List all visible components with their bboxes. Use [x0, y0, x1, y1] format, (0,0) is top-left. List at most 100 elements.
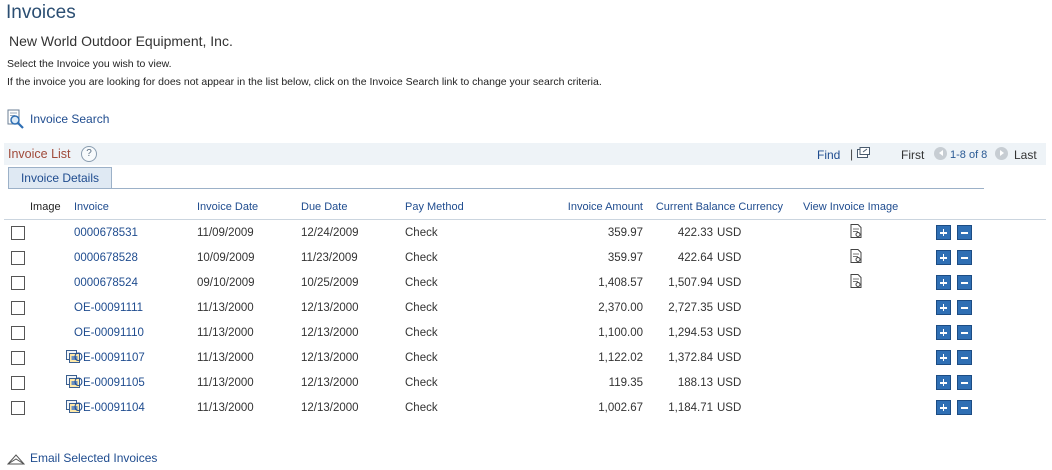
instruction-search-hint: If the invoice you are looking for does …: [7, 76, 602, 88]
help-icon[interactable]: ?: [81, 146, 97, 162]
invoice-amount: 1,408.57: [598, 276, 643, 289]
minus-icon[interactable]: [957, 225, 973, 240]
plus-icon[interactable]: [936, 325, 952, 340]
table-row: OE-00091111 11/13/2000 12/13/2000 Check …: [4, 295, 1046, 320]
table-row: OE-00091107 11/13/2000 12/13/2000 Check …: [4, 345, 1046, 370]
plus-icon[interactable]: [936, 300, 952, 315]
invoice-link[interactable]: OE-00091111: [74, 295, 197, 320]
nav-left-icon[interactable]: [934, 147, 947, 160]
col-invoice-date[interactable]: Invoice Date: [197, 195, 301, 220]
minus-icon[interactable]: [957, 350, 973, 365]
nav-right-icon[interactable]: [995, 147, 1008, 160]
col-due-date[interactable]: Due Date: [301, 195, 405, 220]
row-range: 1-8 of 8: [950, 149, 988, 161]
first-link[interactable]: First: [901, 148, 924, 162]
magnifier-page-icon: [7, 109, 24, 129]
invoice-link[interactable]: 0000678528: [74, 245, 197, 270]
instruction-select: Select the Invoice you wish to view.: [7, 58, 172, 70]
plus-icon[interactable]: [936, 250, 952, 265]
row-select-checkbox[interactable]: [11, 225, 25, 240]
pay-method: Check: [405, 251, 438, 264]
plus-icon[interactable]: [936, 225, 952, 240]
row-select-checkbox[interactable]: [11, 350, 25, 365]
minus-icon[interactable]: [957, 300, 973, 315]
row-select-checkbox[interactable]: [11, 325, 25, 340]
plus-icon[interactable]: [936, 400, 952, 415]
pay-method: Check: [405, 376, 438, 389]
tab-invoice-details[interactable]: Invoice Details: [8, 167, 112, 189]
currency: USD: [717, 351, 742, 364]
invoice-search-link[interactable]: Invoice Search: [6, 109, 109, 129]
invoice-amount: 1,122.02: [598, 351, 643, 364]
invoice-search-label[interactable]: Invoice Search: [30, 112, 109, 126]
currency: USD: [717, 301, 742, 314]
minus-icon[interactable]: [957, 400, 973, 415]
due-date: 12/13/2000: [301, 401, 359, 414]
invoice-amount: 359.97: [607, 251, 643, 264]
col-pay-method[interactable]: Pay Method: [405, 195, 508, 220]
minus-icon[interactable]: [957, 325, 973, 340]
invoice-link[interactable]: 0000678524: [74, 270, 197, 295]
col-view-invoice-image: View Invoice Image: [803, 195, 937, 220]
table-row: 0000678531 11/09/2009 12/24/2009 Check 3…: [4, 220, 1046, 246]
due-date: 12/13/2000: [301, 301, 359, 314]
row-select-checkbox[interactable]: [11, 275, 25, 290]
currency: USD: [717, 401, 742, 414]
currency: USD: [717, 276, 742, 289]
invoice-link[interactable]: OE-00091105: [74, 370, 197, 395]
pay-method: Check: [405, 401, 438, 414]
view-invoice-image-icon[interactable]: [850, 224, 862, 238]
email-selected-link[interactable]: Email Selected Invoices: [7, 451, 157, 465]
invoice-amount: 359.97: [607, 226, 643, 239]
plus-icon[interactable]: [936, 350, 952, 365]
last-link[interactable]: Last: [1014, 148, 1037, 162]
col-current-balance-currency[interactable]: Current Balance Currency: [651, 195, 804, 220]
view-invoice-image-icon[interactable]: [850, 274, 862, 288]
email-selected-label[interactable]: Email Selected Invoices: [30, 451, 157, 465]
invoice-link[interactable]: OE-00091107: [74, 345, 197, 370]
page-title: Invoices: [6, 2, 76, 23]
row-select-checkbox[interactable]: [11, 375, 25, 390]
separator: |: [850, 147, 854, 161]
popout-window-icon[interactable]: [857, 147, 870, 158]
view-invoice-image-icon[interactable]: [850, 249, 862, 263]
table-header-row: Image Invoice Invoice Date Due Date Pay …: [4, 195, 1047, 220]
table-row: 0000678528 10/09/2009 11/23/2009 Check 3…: [4, 245, 1046, 270]
row-select-checkbox[interactable]: [11, 300, 25, 315]
due-date: 12/24/2009: [301, 226, 359, 239]
invoice-link[interactable]: OE-00091104: [74, 395, 197, 420]
row-select-checkbox[interactable]: [11, 250, 25, 265]
col-invoice[interactable]: Invoice: [74, 195, 197, 220]
current-balance: 1,372.84: [668, 351, 713, 364]
invoice-date: 11/13/2000: [197, 326, 254, 339]
due-date: 10/25/2009: [301, 276, 359, 289]
minus-icon[interactable]: [957, 250, 973, 265]
invoice-link[interactable]: 0000678531: [74, 220, 197, 246]
currency: USD: [717, 326, 742, 339]
table-row: OE-00091110 11/13/2000 12/13/2000 Check …: [4, 320, 1046, 345]
currency: USD: [717, 251, 742, 264]
pay-method: Check: [405, 326, 438, 339]
due-date: 12/13/2000: [301, 326, 359, 339]
invoice-date: 10/09/2009: [197, 251, 255, 264]
current-balance: 1,184.71: [668, 401, 713, 414]
pay-method: Check: [405, 301, 438, 314]
invoice-amount: 2,370.00: [598, 301, 643, 314]
col-image: Image: [30, 195, 74, 220]
plus-icon[interactable]: [936, 375, 952, 390]
find-link[interactable]: Find: [817, 148, 840, 162]
table-row: OE-00091104 11/13/2000 12/13/2000 Check …: [4, 395, 1046, 420]
table-row: 0000678524 09/10/2009 10/25/2009 Check 1…: [4, 270, 1046, 295]
tab-divider: [8, 188, 984, 189]
current-balance: 2,727.35: [668, 301, 713, 314]
current-balance: 1,294.53: [668, 326, 713, 339]
due-date: 11/23/2009: [301, 251, 358, 264]
invoice-link[interactable]: OE-00091110: [74, 320, 197, 345]
row-select-checkbox[interactable]: [11, 400, 25, 415]
col-invoice-amount[interactable]: Invoice Amount: [508, 195, 651, 220]
minus-icon[interactable]: [957, 275, 973, 290]
minus-icon[interactable]: [957, 375, 973, 390]
current-balance: 188.13: [677, 376, 713, 389]
plus-icon[interactable]: [936, 275, 952, 290]
company-name: New World Outdoor Equipment, Inc.: [9, 33, 233, 49]
